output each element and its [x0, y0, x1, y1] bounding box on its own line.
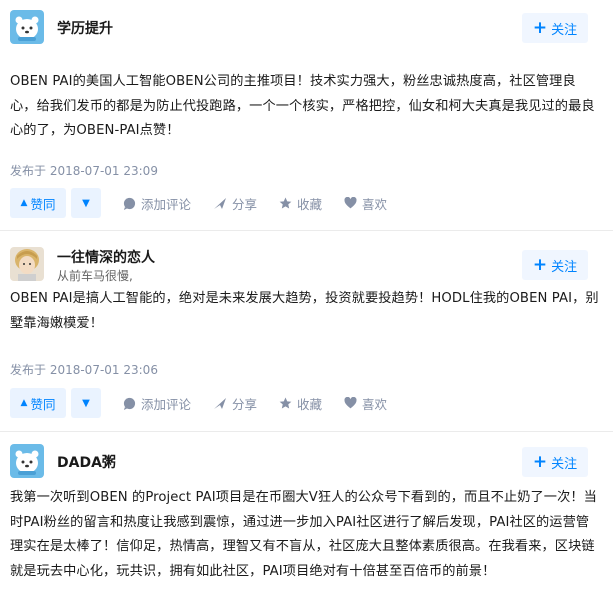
favorite-label: 收藏 — [297, 196, 323, 212]
author-name[interactable]: 一往情深的恋人 — [57, 247, 155, 267]
triangle-up-icon: ▲ — [20, 398, 28, 408]
share-icon — [214, 397, 227, 409]
upvote-label: 赞同 — [30, 396, 56, 412]
follow-label: 关注 — [551, 456, 578, 472]
comment-item: 学历提升 + 关注 OBEN PAI的美国人工智能OBEN公司的主推项目！技术实… — [0, 0, 613, 230]
heart-icon — [344, 197, 357, 209]
follow-label: 关注 — [551, 22, 578, 38]
triangle-down-icon: ▼ — [82, 397, 90, 409]
comment-item: DADA粥 + 关注 我第一次听到OBEN 的Project PAI项目是在币圈… — [0, 432, 613, 593]
author-bio: 从前车马很慢, — [57, 269, 133, 283]
star-icon — [279, 397, 292, 408]
add-comment-label: 添加评论 — [141, 396, 192, 412]
like-label: 喜欢 — [362, 396, 388, 412]
comment-content: OBEN PAI的美国人工智能OBEN公司的主推项目！技术实力强大，粉丝忠诚热度… — [10, 74, 595, 138]
upvote-button[interactable]: ▲ 赞同 — [10, 188, 66, 218]
upvote-button[interactable]: ▲ 赞同 — [10, 388, 66, 418]
plus-icon: + — [532, 254, 548, 275]
author-name[interactable]: 学历提升 — [57, 18, 113, 38]
publish-time[interactable]: 发布于 2018-07-01 23:09 — [10, 162, 158, 179]
follow-label: 关注 — [551, 259, 578, 275]
comment-content: OBEN PAI是搞人工智能的，绝对是未来发展大趋势，投资就要投趋势！HODL住… — [10, 291, 599, 331]
favorite-button[interactable]: 收藏 — [279, 194, 322, 213]
share-label: 分享 — [232, 196, 258, 212]
bear-avatar-icon — [10, 444, 44, 478]
action-bar: ▲ 赞同 ▼ 添加评论 分享 收藏 喜欢 — [10, 188, 387, 218]
share-icon — [214, 197, 227, 209]
comment-item: 一往情深的恋人 从前车马很慢, + 关注 OBEN PAI是搞人工智能的，绝对是… — [0, 231, 613, 431]
share-label: 分享 — [232, 396, 258, 412]
follow-button[interactable]: + 关注 — [522, 250, 588, 280]
share-button[interactable]: 分享 — [213, 194, 257, 213]
publish-time[interactable]: 发布于 2018-07-01 23:06 — [10, 361, 158, 378]
triangle-up-icon: ▲ — [20, 198, 28, 208]
plus-icon: + — [532, 451, 548, 472]
author-name[interactable]: DADA粥 — [57, 452, 116, 472]
plus-icon: + — [532, 17, 548, 38]
like-label: 喜欢 — [362, 196, 388, 212]
upvote-label: 赞同 — [30, 196, 56, 212]
avatar[interactable] — [10, 10, 44, 44]
triangle-down-icon: ▼ — [82, 197, 90, 209]
person-avatar-icon — [10, 247, 44, 281]
favorite-label: 收藏 — [297, 396, 323, 412]
like-button[interactable]: 喜欢 — [344, 194, 387, 213]
comment-bubble-icon — [123, 197, 136, 210]
add-comment-label: 添加评论 — [141, 196, 192, 212]
add-comment-button[interactable]: 添加评论 — [123, 394, 191, 413]
avatar[interactable] — [10, 247, 44, 281]
star-icon — [279, 197, 292, 208]
add-comment-button[interactable]: 添加评论 — [123, 194, 191, 213]
bear-avatar-icon — [10, 10, 44, 44]
comment-content: 我第一次听到OBEN 的Project PAI项目是在币圈大V狂人的公众号下看到… — [10, 490, 597, 579]
action-bar: ▲ 赞同 ▼ 添加评论 分享 收藏 喜欢 — [10, 388, 387, 418]
downvote-button[interactable]: ▼ — [71, 388, 101, 418]
follow-button[interactable]: + 关注 — [522, 447, 588, 477]
like-button[interactable]: 喜欢 — [344, 394, 387, 413]
heart-icon — [344, 397, 357, 409]
favorite-button[interactable]: 收藏 — [279, 394, 322, 413]
share-button[interactable]: 分享 — [213, 394, 257, 413]
comment-bubble-icon — [123, 397, 136, 410]
follow-button[interactable]: + 关注 — [522, 13, 588, 43]
avatar[interactable] — [10, 444, 44, 478]
downvote-button[interactable]: ▼ — [71, 188, 101, 218]
